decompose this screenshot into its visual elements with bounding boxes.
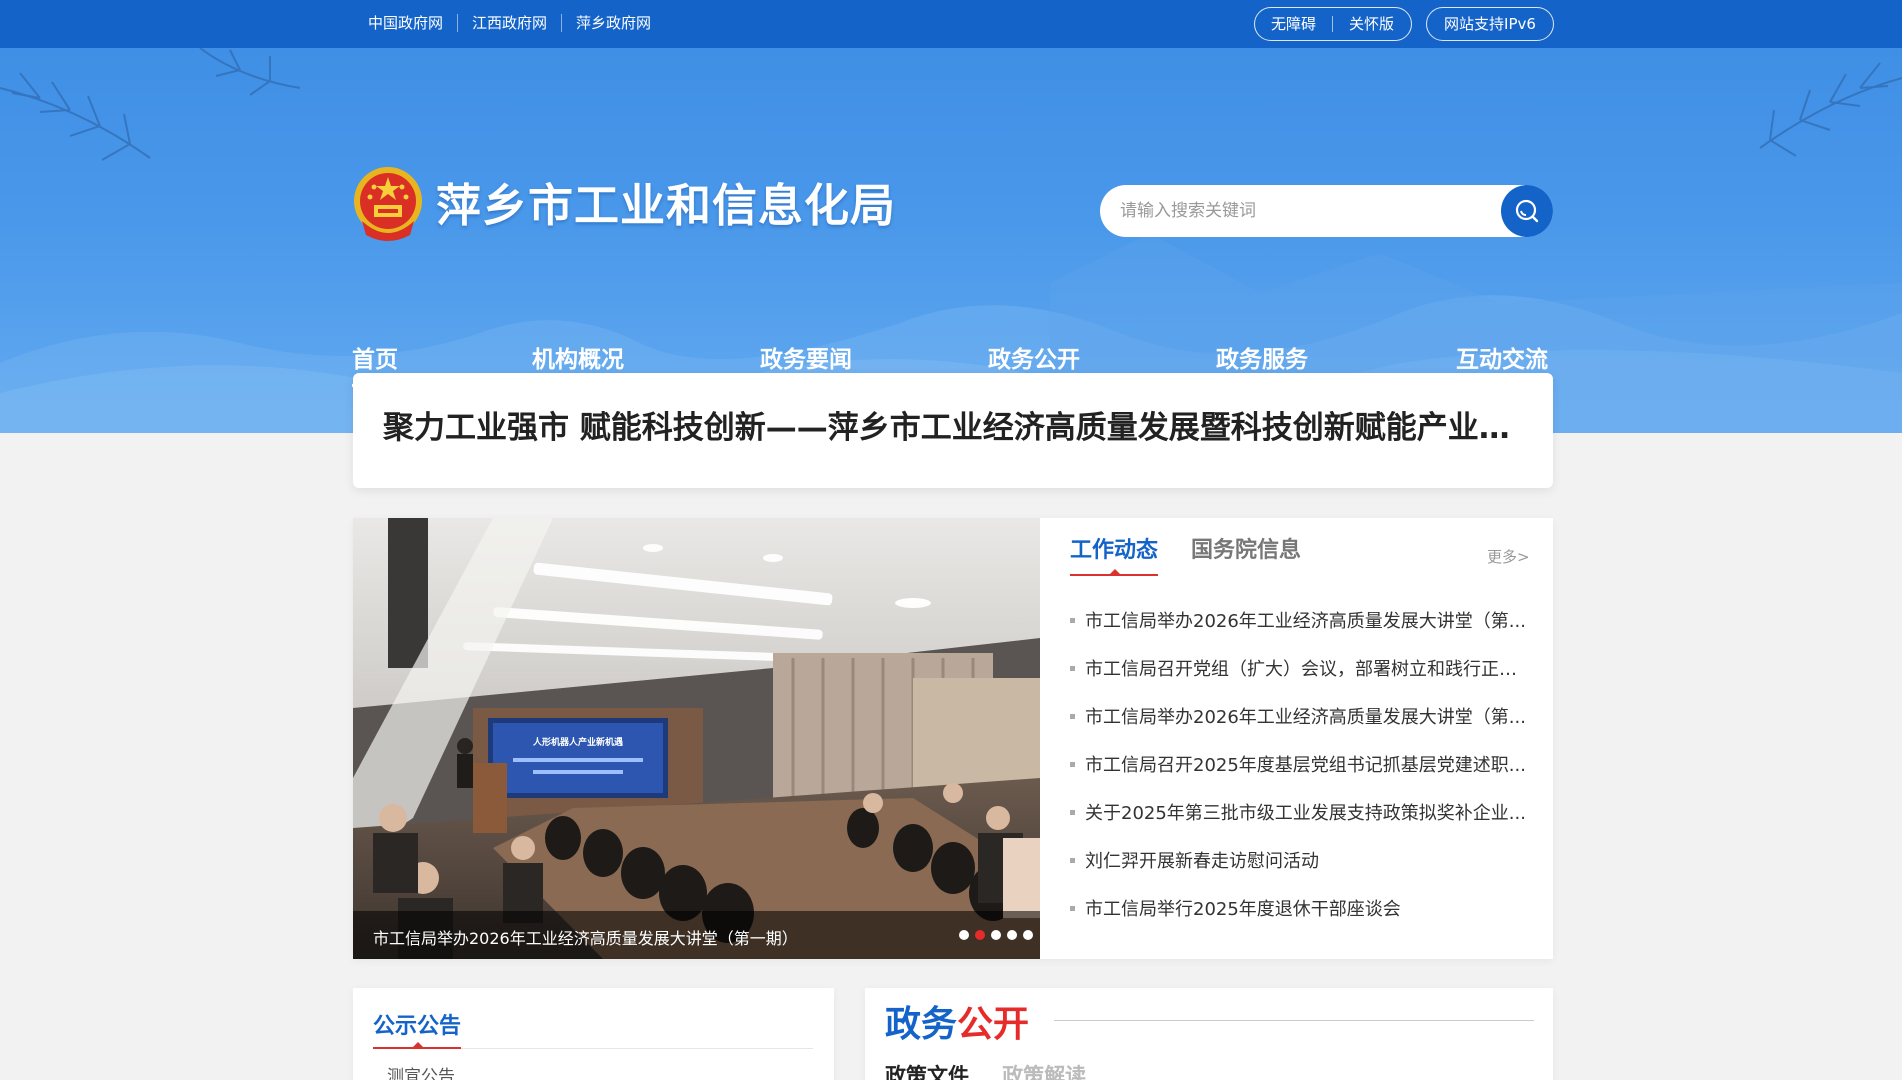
link-pingxiang-gov[interactable]: 萍乡政府网: [561, 14, 665, 32]
news-item-title: 关于2025年第三批市级工业发展支持政策拟奖补企业...: [1085, 803, 1526, 824]
nav-interaction[interactable]: 互动交流: [1456, 344, 1548, 376]
carousel[interactable]: 人形机器人产业新机遇 市工信局举办2026年工业经济高质量发展大讲堂（第一期）: [353, 518, 1040, 959]
news-item-title: 市工信局召开党组（扩大）会议，部署树立和践行正确...: [1085, 659, 1530, 680]
notice-underline: [373, 1047, 461, 1049]
bullet-icon: [1070, 713, 1075, 719]
news-section: 人形机器人产业新机遇 市工信局举办2026年工业经济高质量发展大讲堂（第一期） …: [353, 518, 1553, 959]
news-item-title: 市工信局举行2025年度退休干部座谈会: [1085, 899, 1401, 920]
more-link[interactable]: 更多>: [1487, 546, 1530, 567]
news-item-title: 市工信局召开2025年度基层党组书记抓基层党建述职...: [1085, 755, 1526, 776]
elder-mode-button[interactable]: 关怀版: [1333, 15, 1410, 33]
news-item[interactable]: 市工信局召开2025年度基层党组书记抓基层党建述职...: [1070, 740, 1530, 788]
tab-underline: [1070, 574, 1158, 576]
carousel-dot-2[interactable]: [975, 930, 985, 940]
tab-policy-documents[interactable]: 政策文件: [885, 1060, 969, 1080]
carousel-dot-4[interactable]: [1007, 930, 1017, 940]
nav-home[interactable]: 首页: [352, 344, 398, 387]
news-item[interactable]: 刘仁羿开展新春走访慰问活动: [1070, 836, 1530, 884]
gov-title-rule: [1054, 1020, 1534, 1021]
ipv6-label: 网站支持IPv6: [1444, 15, 1536, 33]
carousel-dot-1[interactable]: [959, 930, 969, 940]
nav-gov-news[interactable]: 政务要闻: [760, 344, 852, 376]
gov-title-part2: 公开: [957, 1004, 1030, 1045]
nav-gov-disclosure[interactable]: 政务公开: [988, 344, 1080, 376]
news-list: 市工信局举办2026年工业经济高质量发展大讲堂（第... 市工信局召开党组（扩大…: [1070, 596, 1530, 932]
screen-text: 人形机器人产业新机遇: [532, 736, 623, 748]
pine-branch-left: [0, 48, 301, 161]
notice-subitem[interactable]: 测宣公告: [387, 1062, 455, 1080]
news-item[interactable]: 市工信局举行2025年度退休干部座谈会: [1070, 884, 1530, 932]
bullet-icon: [1070, 761, 1075, 767]
carousel-dot-3[interactable]: [991, 930, 1001, 940]
news-item-title: 市工信局举办2026年工业经济高质量发展大讲堂（第...: [1085, 707, 1526, 728]
search-icon: [1515, 199, 1539, 223]
tab-state-council[interactable]: 国务院信息: [1191, 536, 1301, 566]
site-title: 萍乡市工业和信息化局: [436, 179, 897, 232]
bullet-icon: [1070, 905, 1075, 911]
gov-tabs: 政策文件 政策解读: [885, 1060, 1114, 1080]
news-item-title: 市工信局举办2026年工业经济高质量发展大讲堂（第...: [1085, 611, 1526, 632]
gov-disclosure-card: 政务公开 政策文件 政策解读: [865, 988, 1553, 1080]
bullet-icon: [1070, 857, 1075, 863]
news-item[interactable]: 市工信局召开党组（扩大）会议，部署树立和践行正确...: [1070, 644, 1530, 692]
tab-work-updates[interactable]: 工作动态: [1070, 536, 1158, 566]
nav-org-overview[interactable]: 机构概况: [532, 344, 624, 376]
pine-branch-right: [1759, 62, 1902, 157]
search-button[interactable]: [1501, 185, 1553, 237]
notice-title[interactable]: 公示公告: [373, 1008, 461, 1040]
carousel-dots: [953, 930, 1033, 940]
top-bar: 中国政府网 江西政府网 萍乡政府网 无障碍 关怀版 网站支持IPv6: [0, 0, 1902, 48]
news-item[interactable]: 市工信局举办2026年工业经济高质量发展大讲堂（第...: [1070, 692, 1530, 740]
bullet-icon: [1070, 809, 1075, 815]
accessibility-button[interactable]: 无障碍: [1255, 15, 1332, 33]
link-jiangxi-gov[interactable]: 江西政府网: [457, 14, 561, 32]
bullet-icon: [1070, 617, 1075, 623]
notice-caret-icon: [413, 1042, 423, 1047]
bullet-icon: [1070, 665, 1075, 671]
search-input[interactable]: [1120, 201, 1480, 221]
headline-card[interactable]: 聚力工业强市 赋能科技创新——萍乡市工业经济高质量发展暨科技创新赋能产业发展推进…: [353, 373, 1553, 488]
gov-title-part1: 政务: [885, 1004, 958, 1045]
search-box: [1100, 185, 1553, 237]
gov-disclosure-title: 政务公开: [885, 1002, 1029, 1048]
headline-title: 聚力工业强市 赋能科技创新——萍乡市工业经济高质量发展暨科技创新赋能产业发展推进…: [383, 410, 1523, 446]
national-emblem-icon: [354, 167, 422, 241]
carousel-photo: 人形机器人产业新机遇: [353, 518, 1040, 959]
notice-card: 公示公告 测宣公告: [353, 988, 834, 1080]
ipv6-button[interactable]: 网站支持IPv6: [1426, 7, 1554, 41]
carousel-caption-text: 市工信局举办2026年工业经济高质量发展大讲堂（第一期）: [373, 929, 798, 948]
link-china-gov[interactable]: 中国政府网: [368, 14, 457, 32]
news-item-title: 刘仁羿开展新春走访慰问活动: [1085, 851, 1319, 872]
accessibility-pill: 无障碍 关怀版: [1254, 7, 1412, 41]
news-item[interactable]: 关于2025年第三批市级工业发展支持政策拟奖补企业...: [1070, 788, 1530, 836]
gov-links: 中国政府网 江西政府网 萍乡政府网: [368, 14, 665, 32]
carousel-caption: 市工信局举办2026年工业经济高质量发展大讲堂（第一期）: [353, 911, 1040, 959]
tab-caret-icon: [1110, 569, 1120, 574]
carousel-dot-5[interactable]: [1023, 930, 1033, 940]
nav-gov-services[interactable]: 政务服务: [1216, 344, 1308, 376]
tab-policy-interpretation[interactable]: 政策解读: [1002, 1060, 1086, 1080]
news-item[interactable]: 市工信局举办2026年工业经济高质量发展大讲堂（第...: [1070, 596, 1530, 644]
